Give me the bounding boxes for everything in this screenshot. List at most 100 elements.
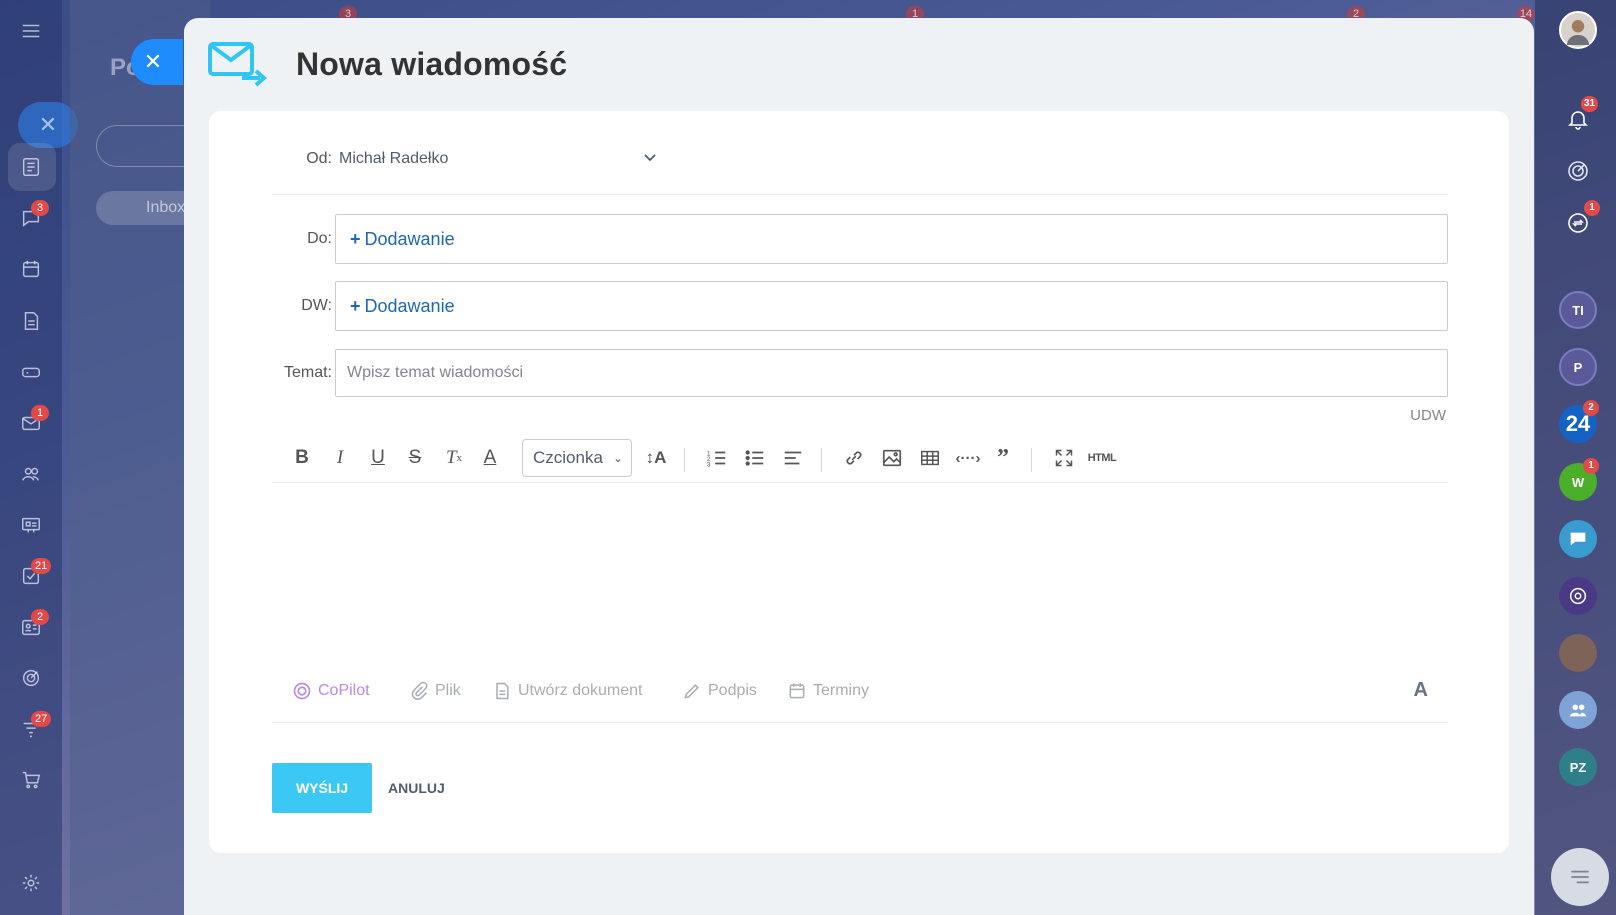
cc-field[interactable]: + Dodawanie <box>335 281 1448 331</box>
toolbar-divider <box>821 448 822 472</box>
plus-icon: + <box>350 296 361 316</box>
file-button[interactable]: Plik <box>409 681 461 701</box>
create-document-button[interactable]: Utwórz dokument <box>492 681 643 701</box>
group-users-icon[interactable] <box>1559 691 1597 729</box>
chat-group-icon[interactable] <box>1559 520 1597 558</box>
from-label: Od: <box>306 150 332 167</box>
subject-row: Temat: <box>272 349 1448 397</box>
page-title: Nowa wiadomość <box>296 45 568 82</box>
dates-label: Terminy <box>813 682 870 699</box>
plus-icon: + <box>350 229 361 249</box>
drive-icon[interactable] <box>16 357 46 387</box>
chevron-down-icon: ⌄ <box>612 451 623 465</box>
italic-icon[interactable]: I <box>330 443 350 473</box>
compose-form: Od: Michał Radełko Do: + Dodawanie DW: + D… <box>209 111 1509 853</box>
tasks-badge: 21 <box>31 558 52 574</box>
avatar-p[interactable]: P <box>1559 348 1597 386</box>
open-chats-button[interactable] <box>1551 848 1609 906</box>
crm-badge: 2 <box>31 609 49 625</box>
code-icon[interactable]: ‹···› <box>954 443 982 473</box>
avatar-pz[interactable]: PZ <box>1559 748 1597 786</box>
new-mail-icon <box>208 42 268 87</box>
copilot-button[interactable]: CoPilot <box>292 681 370 701</box>
image-icon[interactable] <box>879 443 905 473</box>
toolbar-divider <box>1031 448 1032 472</box>
bcc-toggle[interactable]: UDW <box>1410 407 1446 424</box>
avatar-ti[interactable]: TI <box>1559 291 1597 329</box>
html-mode-button[interactable]: HTML <box>1087 443 1117 473</box>
b24-badge: 2 <box>1583 400 1599 416</box>
bullet-list-icon[interactable] <box>742 443 768 473</box>
fullscreen-icon[interactable] <box>1051 443 1077 473</box>
message-body-editor[interactable] <box>272 485 1448 665</box>
subject-label: Temat: <box>283 364 332 381</box>
bold-icon[interactable]: B <box>292 443 312 473</box>
cc-add-label: Dodawanie <box>364 296 455 316</box>
copilot-chat-icon[interactable] <box>1559 577 1597 615</box>
presentation-icon[interactable] <box>16 510 46 540</box>
toolbar-divider <box>684 448 685 472</box>
left-sidebar: ✕ 3 1 21 2 27 <box>0 0 78 915</box>
new-message-slider: Nowa wiadomość Od: Michał Radełko Do: + D… <box>184 18 1534 915</box>
quote-icon[interactable]: ” <box>992 443 1014 473</box>
filter-badge: 27 <box>31 711 52 727</box>
mail-badge: 1 <box>31 405 49 421</box>
strikethrough-icon[interactable]: S <box>405 443 425 473</box>
to-field[interactable]: + Dodawanie <box>335 214 1448 264</box>
copilot-sidebar-icon[interactable] <box>1559 152 1597 190</box>
group-avatar-image[interactable] <box>1559 634 1597 672</box>
font-select-label: Czcionka <box>533 448 603 467</box>
subject-input[interactable] <box>335 349 1448 397</box>
calendar-icon <box>789 683 805 699</box>
create-document-label: Utwórz dokument <box>518 682 643 699</box>
cc-row: DW: + Dodawanie <box>272 281 1448 331</box>
font-family-select[interactable]: Czcionka ⌄ <box>522 439 632 477</box>
numbered-list-icon[interactable]: 123 <box>704 443 730 473</box>
settings-icon[interactable] <box>16 868 46 898</box>
to-add-label: Dodawanie <box>364 229 455 249</box>
text-color-icon[interactable]: A <box>480 443 500 473</box>
users-icon[interactable] <box>16 459 46 489</box>
slider-close-button[interactable]: ✕ <box>131 39 183 85</box>
text-format-toggle[interactable]: A <box>1414 679 1428 702</box>
sync-badge: 1 <box>1584 200 1600 216</box>
user-avatar[interactable] <box>1559 11 1597 49</box>
paperclip-icon <box>411 681 428 700</box>
copilot-label: CoPilot <box>318 682 370 699</box>
pen-icon <box>684 684 699 699</box>
to-label: Do: <box>307 230 332 247</box>
clear-format-icon[interactable]: Tx <box>442 443 466 473</box>
document-icon <box>496 682 509 700</box>
copilot-icon <box>293 682 311 700</box>
cc-add-link[interactable]: + Dodawanie <box>350 296 455 317</box>
cancel-button[interactable]: ANULUJ <box>384 763 449 813</box>
target-icon[interactable] <box>16 663 46 693</box>
cart-icon[interactable] <box>16 765 46 795</box>
compose-tools: CoPilot Plik Utwórz dokument Podpis Term… <box>272 669 1448 723</box>
slider-header: Nowa wiadomość <box>208 40 567 88</box>
table-icon[interactable] <box>917 443 943 473</box>
cc-label: DW: <box>301 297 332 314</box>
align-icon[interactable] <box>780 443 806 473</box>
w-badge: 1 <box>1583 458 1599 474</box>
send-button[interactable]: WYŚLIJ <box>272 763 372 813</box>
back-close-button: ✕ <box>18 102 78 148</box>
chevron-down-icon[interactable] <box>642 149 658 165</box>
font-size-icon[interactable]: ↕A <box>644 443 668 473</box>
file-label: Plik <box>435 682 461 699</box>
signature-button[interactable]: Podpis <box>682 681 757 701</box>
document-icon[interactable] <box>16 306 46 336</box>
notifications-badge: 31 <box>1581 96 1599 112</box>
menu-icon[interactable] <box>16 16 46 46</box>
from-select[interactable]: Michał Radełko <box>339 150 448 168</box>
from-row: Od: Michał Radełko <box>272 139 1448 195</box>
feed-icon[interactable] <box>16 152 46 182</box>
chat-badge: 3 <box>31 200 49 216</box>
to-row: Do: + Dodawanie <box>272 214 1448 264</box>
link-icon[interactable] <box>841 443 867 473</box>
underline-icon[interactable]: U <box>368 443 388 473</box>
calendar-icon[interactable] <box>16 254 46 284</box>
signature-label: Podpis <box>708 682 757 699</box>
to-add-link[interactable]: + Dodawanie <box>350 229 455 250</box>
dates-button[interactable]: Terminy <box>787 681 869 701</box>
